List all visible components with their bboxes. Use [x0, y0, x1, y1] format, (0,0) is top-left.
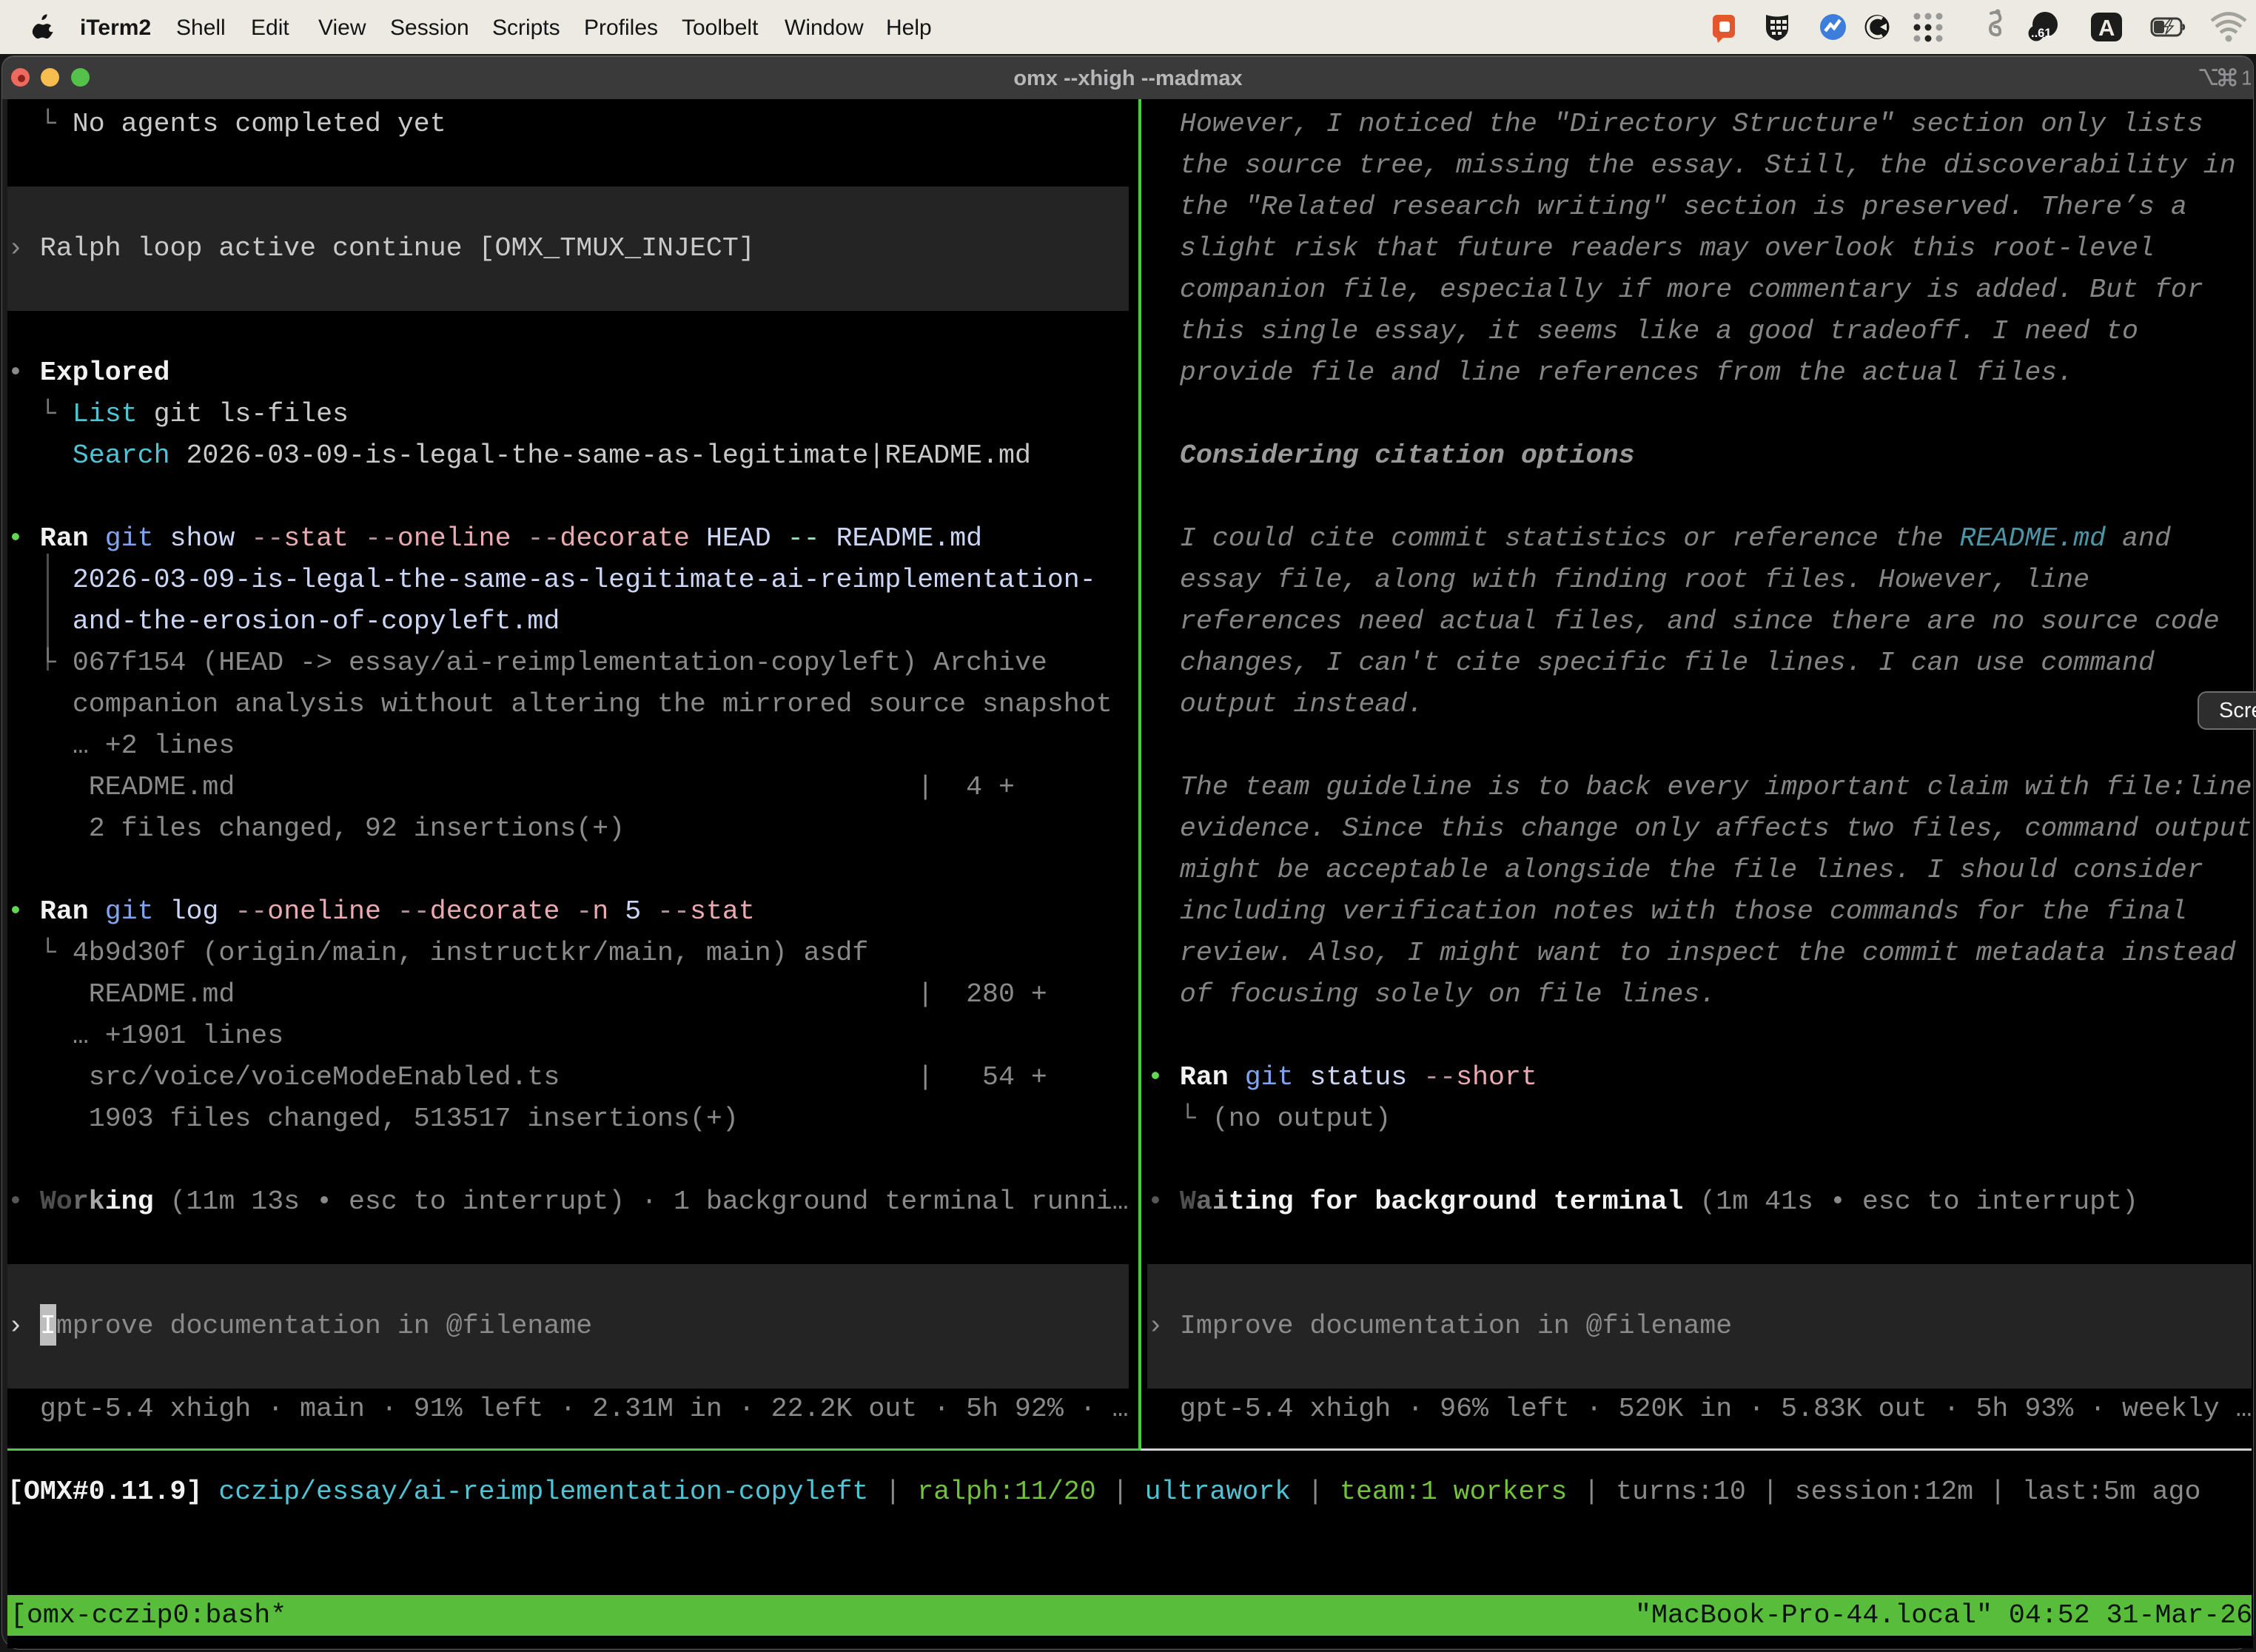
svg-text:..61: ..61: [2031, 27, 2052, 40]
svg-text:A: A: [2098, 15, 2115, 41]
svg-text:1: 1: [2241, 66, 2251, 89]
